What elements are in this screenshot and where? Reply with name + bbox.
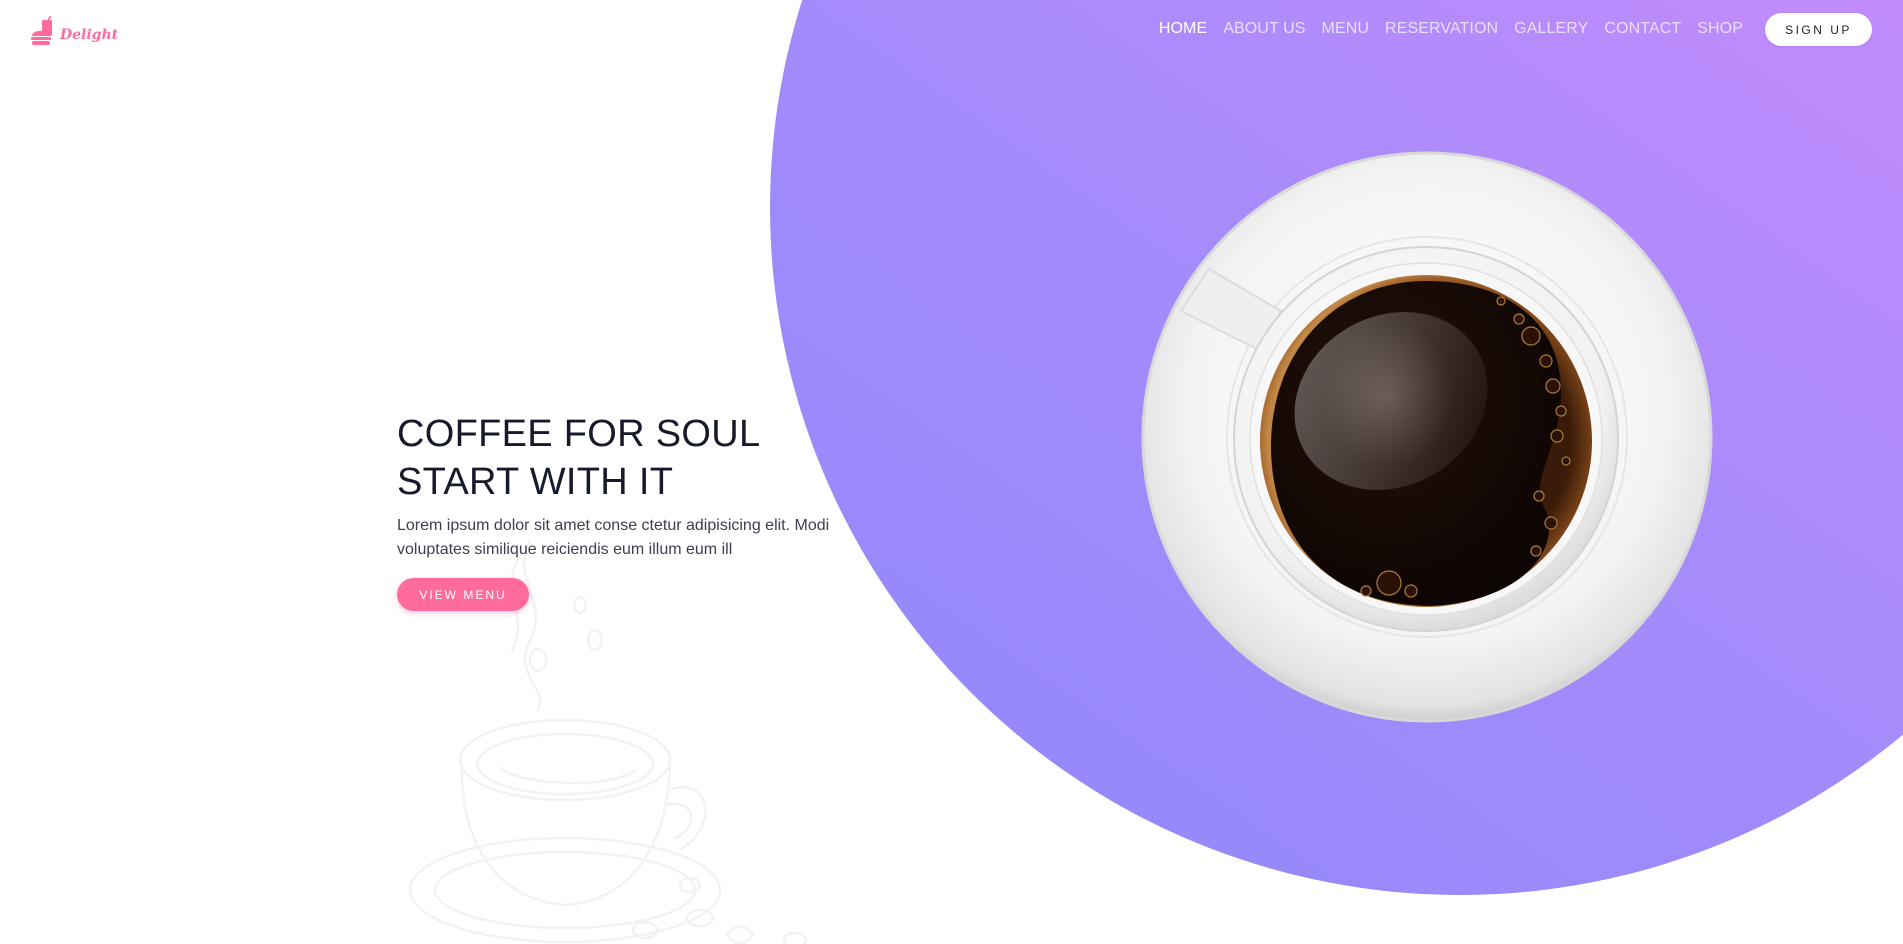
coffee-cup-image bbox=[1141, 151, 1713, 723]
nav-item-shop[interactable]: SHOP bbox=[1697, 20, 1743, 38]
nav-item-gallery[interactable]: GALLERY bbox=[1514, 20, 1588, 38]
hero-title: COFFEE FOR SOUL START WITH IT bbox=[397, 410, 857, 506]
hero-title-line-2: START WITH IT bbox=[397, 461, 674, 503]
view-menu-button[interactable]: VIEW MENU bbox=[397, 578, 529, 611]
nav-item-reservation[interactable]: RESERVATION bbox=[1385, 20, 1498, 38]
nav-item-menu[interactable]: MENU bbox=[1322, 20, 1370, 38]
nav-item-contact[interactable]: CONTACT bbox=[1604, 20, 1681, 38]
nav-item-home[interactable]: HOME bbox=[1159, 20, 1207, 38]
hero-title-line-1: COFFEE FOR SOUL bbox=[397, 413, 761, 455]
main-nav: HOME ABOUT US MENU RESERVATION GALLERY C… bbox=[1159, 20, 1743, 38]
sign-up-button[interactable]: SIGN UP bbox=[1765, 13, 1872, 46]
brand-name: Delight bbox=[60, 27, 119, 43]
burger-drink-icon bbox=[31, 16, 52, 45]
brand-logo[interactable]: Delight bbox=[30, 16, 118, 46]
hero-content: COFFEE FOR SOUL START WITH IT Lorem ipsu… bbox=[397, 410, 857, 611]
hero-description: Lorem ipsum dolor sit amet conse ctetur … bbox=[397, 517, 830, 558]
landing-page: Delight HOME ABOUT US MENU RESERVATION G… bbox=[0, 0, 1903, 944]
nav-item-about-us[interactable]: ABOUT US bbox=[1223, 20, 1305, 38]
